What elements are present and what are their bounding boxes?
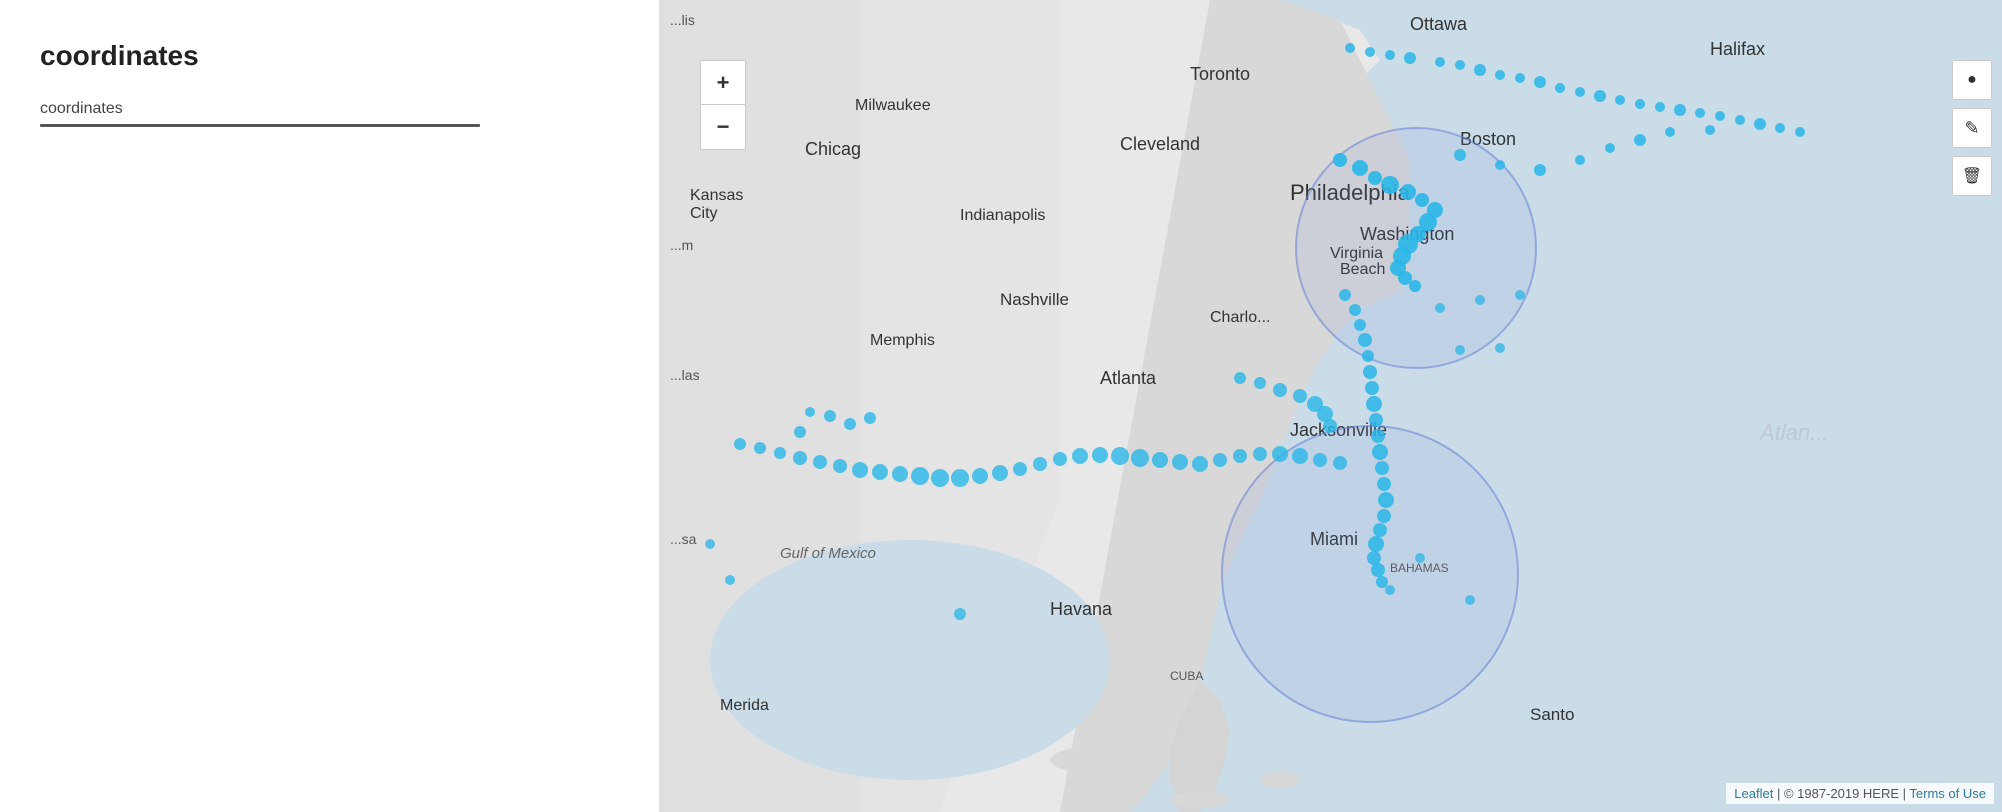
- svg-text:Cleveland: Cleveland: [1120, 134, 1200, 154]
- svg-text:Merida: Merida: [720, 697, 769, 714]
- svg-text:...lis: ...lis: [670, 12, 695, 28]
- svg-text:Kansas: Kansas: [690, 187, 743, 204]
- zoom-out-button[interactable]: −: [701, 105, 745, 149]
- panel-title: coordinates: [40, 40, 619, 72]
- svg-text:Memphis: Memphis: [870, 332, 935, 349]
- terms-of-use-link[interactable]: Terms of Use: [1909, 786, 1986, 801]
- svg-text:...las: ...las: [670, 367, 700, 383]
- svg-text:Indianapolis: Indianapolis: [960, 207, 1045, 224]
- map-container: Ottawa Toronto Milwaukee Halifax Chicag …: [660, 0, 2002, 812]
- svg-text:Ottawa: Ottawa: [1410, 14, 1468, 34]
- edit-button[interactable]: ✎: [1952, 108, 1992, 148]
- attribution-text: | © 1987-2019 HERE |: [1777, 786, 1906, 801]
- svg-text:Havana: Havana: [1050, 599, 1113, 619]
- svg-text:Milwaukee: Milwaukee: [855, 97, 931, 114]
- svg-text:Charlo...: Charlo...: [1210, 309, 1270, 326]
- dot-icon: ●: [1967, 71, 1977, 89]
- svg-text:Nashville: Nashville: [1000, 290, 1069, 309]
- svg-text:Santo: Santo: [1530, 705, 1574, 724]
- dot-control-button[interactable]: ●: [1952, 60, 1992, 100]
- svg-text:Atlanta: Atlanta: [1100, 368, 1157, 388]
- left-panel: coordinates coordinates: [0, 0, 660, 812]
- delete-icon: 🗑: [1962, 166, 1982, 186]
- svg-text:Halifax: Halifax: [1710, 39, 1765, 59]
- leaflet-link[interactable]: Leaflet: [1734, 786, 1773, 801]
- svg-text:Gulf of Mexico: Gulf of Mexico: [780, 545, 876, 562]
- svg-text:Chicag: Chicag: [805, 139, 861, 159]
- svg-text:City: City: [690, 205, 718, 222]
- field-underline: [40, 124, 480, 127]
- svg-text:CUBA: CUBA: [1170, 669, 1203, 683]
- svg-text:Toronto: Toronto: [1190, 64, 1250, 84]
- svg-text:...m: ...m: [670, 237, 693, 253]
- zoom-controls: + −: [700, 60, 746, 150]
- svg-text:...sa: ...sa: [670, 531, 697, 547]
- field-label: coordinates: [40, 100, 619, 118]
- map-svg: Ottawa Toronto Milwaukee Halifax Chicag …: [660, 0, 2002, 812]
- zoom-in-button[interactable]: +: [701, 61, 745, 105]
- right-controls: ● ✎ 🗑: [1952, 60, 1992, 196]
- map-attribution: Leaflet | © 1987-2019 HERE | Terms of Us…: [1726, 783, 1994, 804]
- delete-button[interactable]: 🗑: [1952, 156, 1992, 196]
- svg-text:Atlan...: Atlan...: [1758, 420, 1828, 445]
- edit-icon: ✎: [1964, 118, 1979, 139]
